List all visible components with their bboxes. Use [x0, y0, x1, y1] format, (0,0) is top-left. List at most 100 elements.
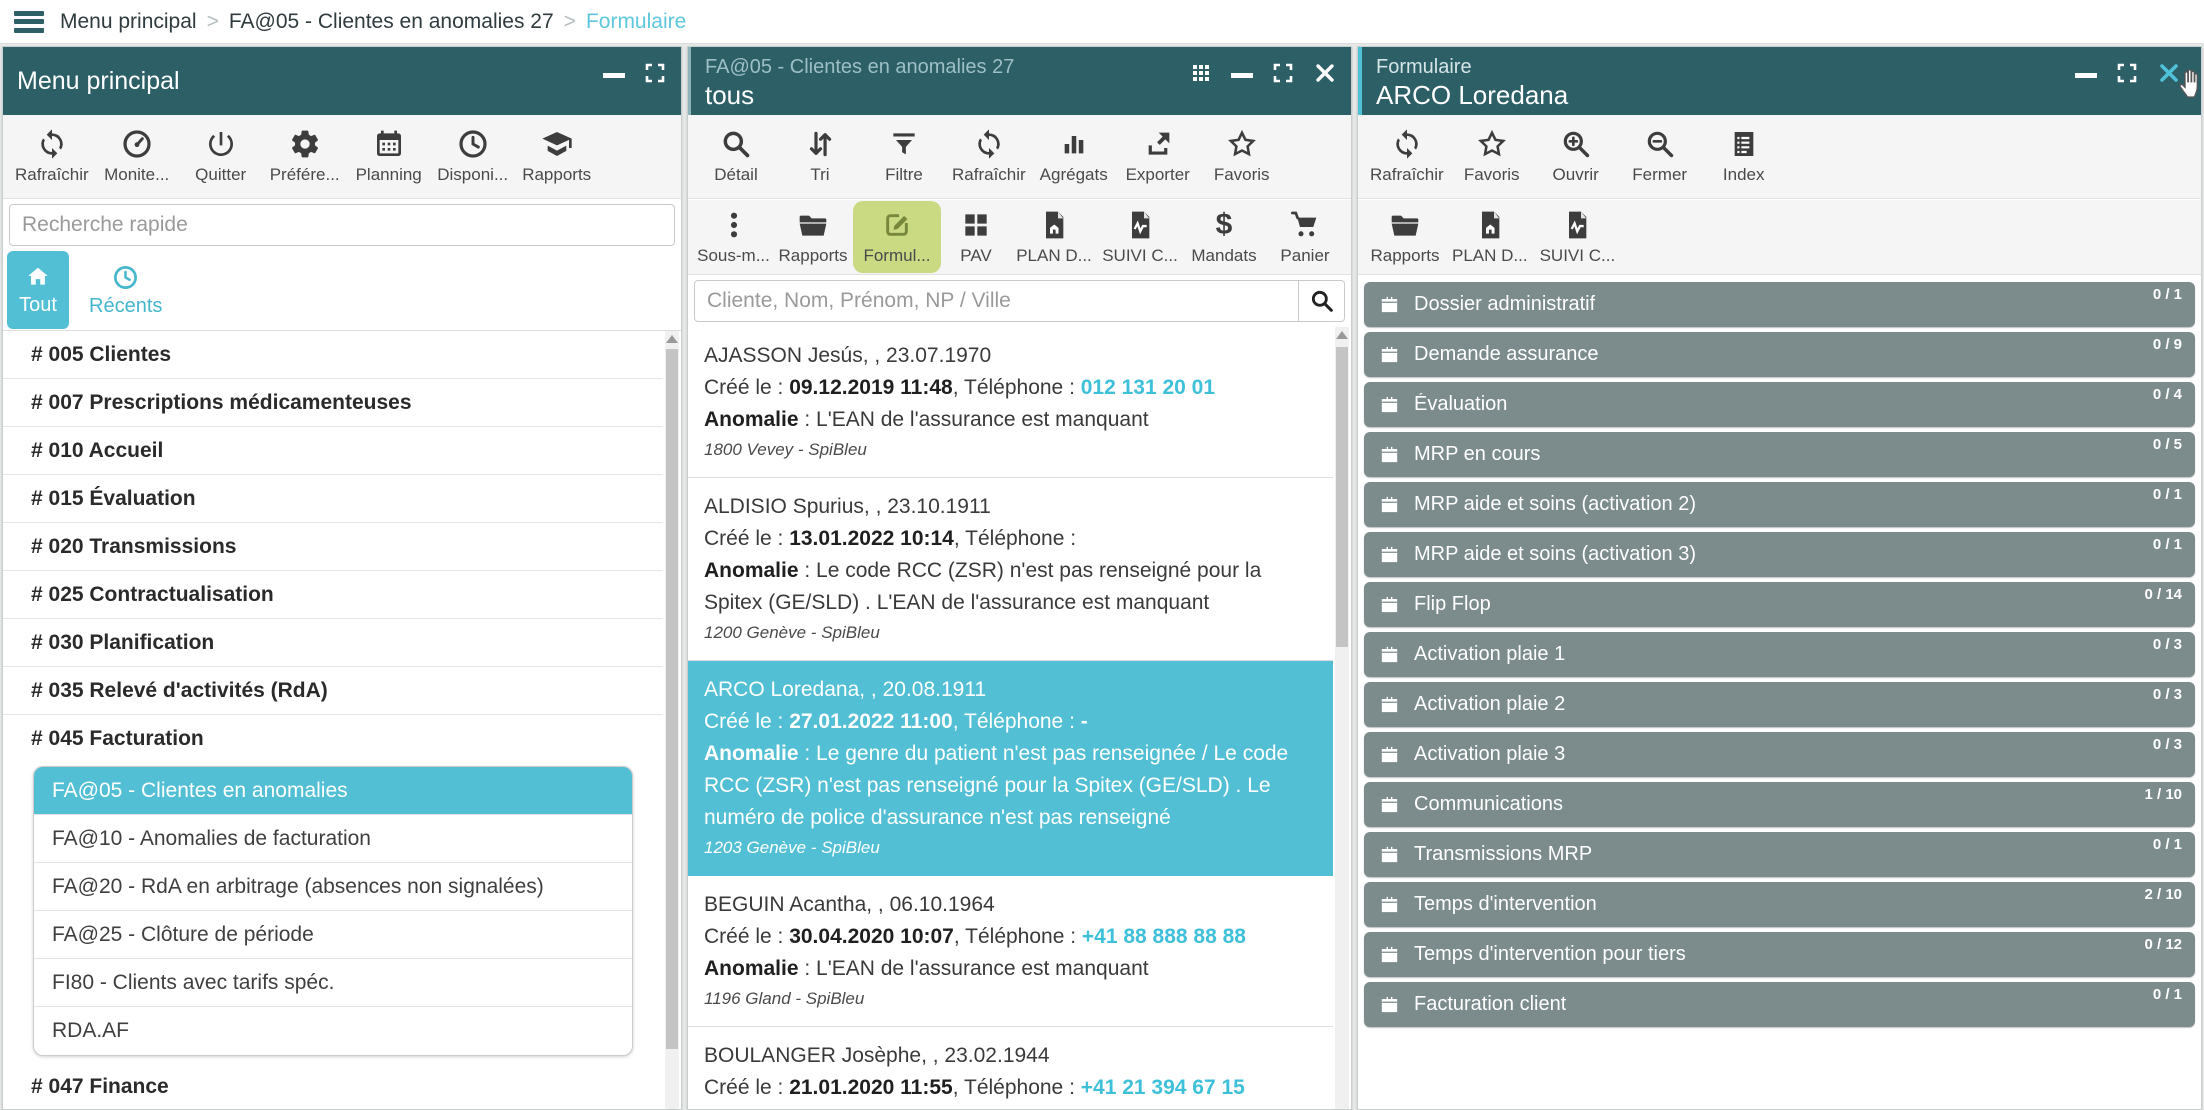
submenu-item[interactable]: RDA.AF [34, 1007, 632, 1055]
maximize-icon[interactable] [1271, 61, 1295, 85]
favorites-button[interactable]: Favoris [1450, 121, 1534, 193]
menu-icon[interactable] [14, 11, 44, 33]
search-input[interactable] [9, 204, 675, 246]
section-row[interactable]: Évaluation 0 / 4 [1364, 382, 2195, 427]
menu-item[interactable]: # 030 Planification [3, 619, 663, 667]
tab-recents[interactable]: Récents [89, 255, 162, 327]
quit-button[interactable]: Quitter [179, 121, 263, 193]
search-button[interactable] [1299, 280, 1345, 322]
list-item[interactable]: BEGUIN Acantha, , 06.10.1964 Créé le : 3… [688, 876, 1333, 1027]
filter-button[interactable]: Filtre [862, 121, 946, 193]
section-row[interactable]: Transmissions MRP 0 / 1 [1364, 832, 2195, 877]
briefcase-icon [1378, 293, 1401, 316]
section-row[interactable]: MRP aide et soins (activation 3) 0 / 1 [1364, 532, 2195, 577]
suivi-button[interactable]: SUIVI C... [1534, 201, 1622, 273]
list-item-selected[interactable]: ARCO Loredana, , 20.08.1911 Créé le : 27… [688, 661, 1333, 876]
menu-item[interactable]: # 010 Accueil [3, 427, 663, 475]
index-button[interactable]: Index [1702, 121, 1786, 193]
plan-button[interactable]: PLAN D... [1011, 201, 1097, 273]
breadcrumb-separator: > [207, 10, 219, 34]
aggregates-button[interactable]: Agrégats [1032, 121, 1116, 193]
section-row[interactable]: Flip Flop 0 / 14 [1364, 582, 2195, 627]
breadcrumb-item-current[interactable]: Formulaire [586, 10, 686, 34]
section-row[interactable]: Temps d'intervention 2 / 10 [1364, 882, 2195, 927]
section-row[interactable]: Facturation client 0 / 1 [1364, 982, 2195, 1027]
pav-button[interactable]: PAV [941, 201, 1011, 273]
submenu-item[interactable]: FA@25 - Clôture de période [34, 911, 632, 959]
mandates-button[interactable]: $ Mandats [1183, 201, 1265, 273]
section-row[interactable]: Demande assurance 0 / 9 [1364, 332, 2195, 377]
maximize-icon[interactable] [643, 61, 667, 85]
preferences-button[interactable]: Préfére... [263, 121, 347, 193]
submenu-item[interactable]: FI80 - Clients avec tarifs spéc. [34, 959, 632, 1007]
button-label: Fermer [1632, 165, 1687, 185]
monitoring-button[interactable]: Monite... [95, 121, 179, 193]
list-item[interactable]: BOULANGER Josèphe, , 23.02.1944 Créé le … [688, 1027, 1333, 1109]
minimize-icon[interactable] [1231, 73, 1253, 78]
reports-button[interactable]: Rapports [773, 201, 853, 273]
menu-item[interactable]: # 025 Contractualisation [3, 571, 663, 619]
submenu-button[interactable]: Sous-m... [694, 201, 773, 273]
section-row[interactable]: Activation plaie 3 0 / 3 [1364, 732, 2195, 777]
phone-link[interactable]: +41 21 394 67 15 [1081, 1076, 1245, 1099]
scroll-up-icon[interactable] [666, 335, 678, 343]
menu-item[interactable]: # 005 Clientes [3, 331, 663, 379]
section-row[interactable]: Temps d'intervention pour tiers 0 / 12 [1364, 932, 2195, 977]
plan-button[interactable]: PLAN D... [1446, 201, 1534, 273]
suivi-button[interactable]: SUIVI C... [1097, 201, 1183, 273]
bar-chart-icon [1058, 128, 1090, 160]
minimize-icon[interactable] [2075, 73, 2097, 78]
menu-item-facturation[interactable]: # 045 Facturation [3, 715, 663, 763]
menu-item[interactable]: # 015 Évaluation [3, 475, 663, 523]
menu-item[interactable]: # 020 Transmissions [3, 523, 663, 571]
close-form-button[interactable]: Fermer [1618, 121, 1702, 193]
menu-item[interactable]: # 035 Relevé d'activités (RdA) [3, 667, 663, 715]
menu-item-finance[interactable]: # 047 Finance [3, 1063, 663, 1109]
form-button-highlighted[interactable]: Formul... [853, 201, 941, 273]
phone-link[interactable]: +41 88 888 88 88 [1082, 925, 1246, 948]
list-item[interactable]: ALDISIO Spurius, , 23.10.1911 Créé le : … [688, 478, 1333, 661]
breadcrumb-item[interactable]: Menu principal [60, 10, 197, 34]
refresh-button[interactable]: Rafraîchir [946, 121, 1032, 193]
detail-button[interactable]: Détail [694, 121, 778, 193]
submenu-item-selected[interactable]: FA@05 - Clientes en anomalies [34, 767, 632, 815]
section-row[interactable]: MRP aide et soins (activation 2) 0 / 1 [1364, 482, 2195, 527]
close-icon[interactable] [1313, 61, 1337, 85]
export-button[interactable]: Exporter [1116, 121, 1200, 193]
client-search-input[interactable] [694, 280, 1299, 322]
list-item[interactable]: AJASSON Jesús, , 23.07.1970 Créé le : 09… [688, 327, 1333, 478]
section-row[interactable]: MRP en cours 0 / 5 [1364, 432, 2195, 477]
reports-button[interactable]: Rapports [1364, 201, 1446, 273]
phone-link[interactable]: 012 131 20 01 [1081, 376, 1215, 399]
scrollbar[interactable] [665, 331, 679, 1109]
basket-button[interactable]: Panier [1265, 201, 1345, 273]
submenu-item[interactable]: FA@20 - RdA en arbitrage (absences non s… [34, 863, 632, 911]
open-button[interactable]: Ouvrir [1534, 121, 1618, 193]
grid-view-icon[interactable] [1189, 61, 1213, 85]
section-row[interactable]: Activation plaie 2 0 / 3 [1364, 682, 2195, 727]
tab-tout[interactable]: Tout [7, 251, 69, 329]
refresh-button[interactable]: Rafraîchir [1364, 121, 1450, 193]
submenu-item[interactable]: FA@10 - Anomalies de facturation [34, 815, 632, 863]
refresh-button[interactable]: Rafraîchir [9, 121, 95, 193]
section-row[interactable]: Dossier administratif 0 / 1 [1364, 282, 2195, 327]
favorites-button[interactable]: Favoris [1200, 121, 1284, 193]
reports-button[interactable]: Rapports [515, 121, 599, 193]
scroll-up-icon[interactable] [1336, 331, 1348, 339]
search-icon [1309, 288, 1335, 314]
planning-button[interactable]: Planning [347, 121, 431, 193]
section-row[interactable]: Communications 1 / 10 [1364, 782, 2195, 827]
minimize-icon[interactable] [603, 73, 625, 78]
phone-link[interactable]: - [1081, 710, 1088, 733]
menu-item[interactable]: # 007 Prescriptions médicamenteuses [3, 379, 663, 427]
maximize-icon[interactable] [2115, 61, 2139, 85]
sort-button[interactable]: Tri [778, 121, 862, 193]
clock-icon [457, 128, 489, 160]
availability-button[interactable]: Disponi... [431, 121, 515, 193]
scrollbar-thumb[interactable] [666, 349, 678, 1049]
button-label: Rafraîchir [1370, 165, 1444, 185]
scrollbar[interactable] [1335, 327, 1349, 1109]
scrollbar-thumb[interactable] [1336, 347, 1348, 647]
breadcrumb-item[interactable]: FA@05 - Clientes en anomalies 27 [229, 10, 554, 34]
section-row[interactable]: Activation plaie 1 0 / 3 [1364, 632, 2195, 677]
